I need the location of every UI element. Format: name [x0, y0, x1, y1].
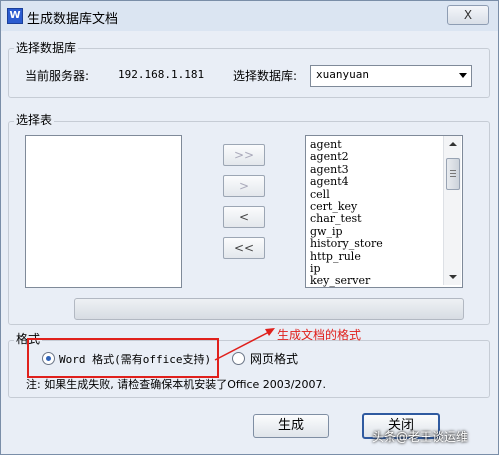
server-label: 当前服务器: [25, 69, 90, 83]
server-value: 192.168.1.181 [118, 68, 205, 81]
scroll-up-arrow-icon[interactable] [449, 142, 457, 146]
list-item[interactable]: char_test [306, 212, 462, 225]
annotation-highlight-box [27, 338, 219, 378]
database-select[interactable]: xuanyuan [310, 65, 472, 87]
selected-tables-list[interactable] [25, 135, 182, 288]
annotation-text: 生成文档的格式 [277, 328, 362, 342]
grip-line [450, 170, 456, 171]
chevron-down-icon[interactable] [459, 73, 467, 78]
scroll-thumb[interactable] [446, 158, 460, 190]
grip-line [450, 173, 456, 174]
list-item[interactable]: agent2 [306, 150, 462, 163]
close-window-button[interactable]: X [447, 5, 489, 25]
list-item[interactable]: agent4 [306, 175, 462, 188]
remove-table-button[interactable]: < [223, 206, 265, 228]
tables-scrollbar[interactable] [443, 136, 461, 285]
database-label: 选择数据库: [233, 69, 298, 83]
select-database-group-label: 选择数据库 [14, 39, 79, 56]
scroll-down-arrow-icon[interactable] [449, 275, 457, 279]
format-note: 注: 如果生成失败, 请检查确保本机安装了Office 2003/2007. [26, 378, 326, 391]
annotation-arrow-icon [214, 328, 275, 361]
available-tables-list[interactable]: agent agent2 agent3 agent4 cell cert_key… [305, 135, 463, 288]
word-app-icon: W [7, 8, 23, 24]
dialog-window: W 生成数据库文档 X 选择数据库 当前服务器: 192.168.1.181 选… [0, 0, 499, 455]
list-item[interactable]: key_server [306, 274, 462, 287]
generate-button[interactable]: 生成 [253, 414, 329, 438]
add-table-button[interactable]: > [223, 175, 265, 197]
list-item[interactable]: http_rule [306, 250, 462, 263]
grip-line [450, 176, 456, 177]
watermark: 头条@老王谈运维 [372, 430, 469, 444]
database-select-value: xuanyuan [316, 68, 369, 81]
progress-bar [74, 298, 464, 320]
add-all-tables-button[interactable]: >> [223, 144, 265, 166]
title-bar: W 生成数据库文档 X [1, 1, 498, 31]
remove-all-tables-button[interactable]: << [223, 237, 265, 259]
list-item[interactable]: history_store [306, 237, 462, 250]
window-title: 生成数据库文档 [27, 12, 119, 27]
select-tables-group-label: 选择表 [14, 111, 55, 128]
